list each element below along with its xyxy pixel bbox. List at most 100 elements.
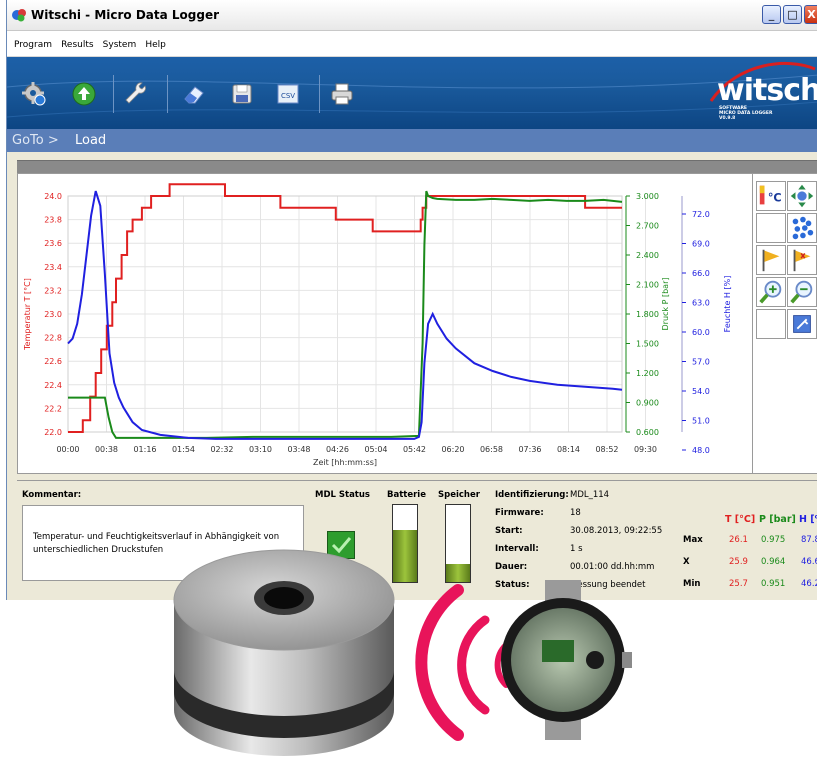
toolbar: CSV witschi SOFTWARE MICRO DATA LOGGER V…: [7, 57, 817, 129]
app-window: Witschi - Micro Data Logger _ □ X Progra…: [6, 0, 817, 600]
current-location: Load: [75, 133, 107, 148]
pressure-tick-label: 1.800: [636, 310, 659, 319]
window-controls: _ □ X: [762, 5, 817, 24]
chart-tools-panel: °C: [753, 173, 817, 474]
zoom-out-icon[interactable]: [787, 277, 817, 307]
stats-row-label: X: [683, 557, 690, 567]
logo-version: V0.9.8: [719, 116, 736, 121]
svg-text:°C: °C: [768, 192, 782, 205]
flag-remove-icon[interactable]: [787, 245, 817, 275]
x-tick-label: 05:42: [403, 445, 426, 454]
temperature-tick-label: 22.6: [44, 357, 62, 366]
stats-header-h: H [%]: [799, 514, 817, 525]
menu-results[interactable]: Results: [61, 31, 94, 50]
x-tick-label: 02:32: [210, 445, 233, 454]
x-tick-label: 00:38: [95, 445, 118, 454]
pressure-tick-label: 3.000: [636, 192, 659, 201]
stats-row-label: Min: [683, 579, 701, 589]
temperature-tick-label: 22.0: [44, 428, 62, 437]
info-value-id: MDL_114: [570, 490, 610, 500]
temperature-series-line: [68, 183, 622, 433]
comment-label: Kommentar:: [22, 490, 82, 500]
stats-max-h: 87.8: [801, 535, 817, 545]
title-bar[interactable]: Witschi - Micro Data Logger _ □ X: [7, 0, 817, 31]
x-tick-label: 01:16: [133, 445, 156, 454]
close-button[interactable]: X: [804, 5, 817, 24]
chart-settings-icon[interactable]: [787, 309, 817, 339]
humidity-axis-label: Feuchte H [%]: [723, 276, 732, 333]
info-label-id: Identifizierung:: [495, 490, 569, 500]
x-tick-label: 05:04: [364, 445, 387, 454]
x-tick-label: 08:52: [595, 445, 618, 454]
print-icon[interactable]: [329, 81, 355, 107]
info-value-firmware: 18: [570, 508, 581, 518]
temperature-tick-label: 23.2: [44, 286, 62, 295]
x-tick-label: 04:26: [326, 445, 349, 454]
stats-min-p: 0.951: [761, 579, 786, 589]
battery-label: Batterie: [387, 490, 426, 500]
eraser-icon[interactable]: [181, 81, 207, 107]
menu-system[interactable]: System: [103, 31, 137, 50]
temperature-tick-label: 22.2: [44, 404, 62, 413]
wireless-signal-icon: [415, 584, 509, 741]
empty-tool-slot: [756, 213, 786, 243]
maximize-button[interactable]: □: [783, 5, 802, 24]
logo-brand: witschi: [717, 73, 817, 108]
stats-header-p: P [bar]: [759, 514, 796, 525]
data-points-icon[interactable]: [787, 213, 817, 243]
stats-row-label: Max: [683, 535, 703, 545]
mdl-status-label: MDL Status: [315, 490, 370, 500]
x-tick-label: 09:30: [634, 445, 657, 454]
stats-min-t: 25.7: [729, 579, 748, 589]
pressure-tick-label: 2.100: [636, 281, 659, 290]
x-tick-label: 03:10: [249, 445, 272, 454]
pressure-tick-label: 2.700: [636, 222, 659, 231]
humidity-tick-label: 57.0: [692, 358, 710, 367]
csv-icon[interactable]: CSV: [275, 81, 301, 107]
toolbar-separator: [113, 75, 114, 113]
settings-icon[interactable]: [21, 81, 47, 107]
pressure-axis-label: Druck P [bar]: [661, 278, 670, 331]
pressure-tick-label: 1.200: [636, 369, 659, 378]
x-tick-label: 03:48: [287, 445, 310, 454]
x-axis-label: Zeit [hh:mm:ss]: [313, 458, 377, 467]
minimize-button[interactable]: _: [762, 5, 781, 24]
memory-label: Speicher: [438, 490, 480, 500]
x-tick-label: 00:00: [56, 445, 79, 454]
app-icon: [12, 9, 26, 22]
empty-tool-slot: [756, 309, 786, 339]
product-illustration: [173, 549, 632, 756]
goto-link[interactable]: GoTo >: [12, 133, 59, 148]
humidity-tick-label: 48.0: [692, 446, 710, 455]
menu-program[interactable]: Program: [14, 31, 52, 50]
humidity-tick-label: 69.0: [692, 240, 710, 249]
zoom-in-icon[interactable]: [756, 277, 786, 307]
stats-max-t: 26.1: [729, 535, 748, 545]
x-tick-label: 08:14: [557, 445, 580, 454]
x-tick-label: 06:20: [441, 445, 464, 454]
pressure-tick-label: 0.600: [636, 428, 659, 437]
flag-icon[interactable]: [756, 245, 786, 275]
zoom-fit-icon[interactable]: [787, 181, 817, 211]
chart-header-band: [17, 160, 817, 174]
data-logger-device: [173, 549, 395, 756]
wrench-icon[interactable]: [123, 81, 149, 107]
temperature-unit-icon[interactable]: °C: [756, 181, 786, 211]
humidity-tick-label: 51.0: [692, 417, 710, 426]
stats-max-p: 0.975: [761, 535, 786, 545]
temperature-tick-label: 22.4: [44, 381, 62, 390]
save-icon[interactable]: [229, 81, 255, 107]
stats-mean-h: 46.6: [801, 557, 817, 567]
pressure-tick-label: 2.400: [636, 251, 659, 260]
csv-icon-label: CSV: [281, 92, 295, 100]
humidity-tick-label: 54.0: [692, 387, 710, 396]
temperature-axis-label: Temperatur T [°C]: [23, 278, 32, 351]
logo-subtitle: SOFTWARE MICRO DATA LOGGER V0.9.8: [719, 106, 772, 121]
temperature-tick-label: 23.0: [44, 310, 62, 319]
info-label-firmware: Firmware:: [495, 508, 544, 518]
stats-mean-t: 25.9: [729, 557, 748, 567]
x-tick-label: 07:36: [518, 445, 541, 454]
humidity-tick-label: 72.0: [692, 210, 710, 219]
upload-icon[interactable]: [71, 81, 97, 107]
menu-help[interactable]: Help: [145, 31, 166, 50]
